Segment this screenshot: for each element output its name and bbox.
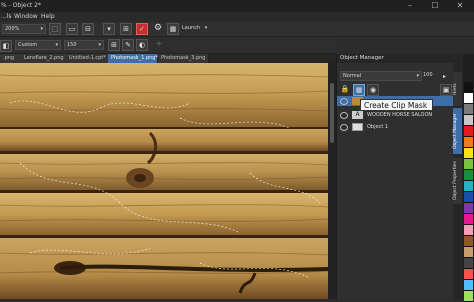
- color-swatch[interactable]: [464, 192, 473, 203]
- snap-icon[interactable]: ⊞: [120, 23, 132, 35]
- color-swatch[interactable]: [464, 104, 473, 115]
- color-swatch[interactable]: [464, 203, 473, 214]
- clip-mask-icon: ▦: [355, 86, 363, 94]
- lock-ratio-icon[interactable]: ⊞: [108, 39, 120, 51]
- blend-mode-select[interactable]: Normal ▾: [340, 71, 422, 81]
- eye-icon[interactable]: [340, 98, 348, 105]
- property-bar: ◧ Custom ▾ 150 ▾ ⊞ ✎ ◐ ＋: [0, 37, 336, 54]
- maximize-button[interactable]: ☐: [426, 0, 444, 12]
- alert-icon[interactable]: ✓: [136, 23, 148, 35]
- color-swatch[interactable]: [464, 137, 473, 148]
- add-icon[interactable]: ＋: [154, 39, 164, 49]
- panel-title: Object Manager: [337, 54, 457, 63]
- text-object-icon: A: [352, 111, 363, 119]
- tab-lensflare[interactable]: Lensflare_2.png: [21, 54, 68, 63]
- menu-tools[interactable]: ...ls: [1, 13, 12, 20]
- zoom-out-icon[interactable]: ⊟: [82, 23, 94, 35]
- color-swatch[interactable]: [464, 93, 473, 104]
- document-canvas[interactable]: [0, 63, 328, 299]
- object-thumbnail: [352, 123, 363, 131]
- vertical-scrollbar[interactable]: [328, 63, 336, 299]
- page-icon[interactable]: ▭: [66, 23, 78, 35]
- opacity-field[interactable]: 100: [421, 71, 441, 79]
- color-swatch[interactable]: [464, 159, 473, 170]
- brush-icon[interactable]: ✎: [122, 39, 134, 51]
- tab-photomask-3[interactable]: Photomask_3.png: [158, 54, 209, 63]
- chevron-down-icon: ▾: [204, 25, 208, 31]
- object-label: Object 1: [367, 124, 389, 130]
- color-swatch[interactable]: [464, 115, 473, 126]
- color-swatch[interactable]: [464, 181, 473, 192]
- zoom-select[interactable]: 200% ▾: [2, 24, 46, 34]
- color-swatch[interactable]: [464, 269, 473, 280]
- close-button[interactable]: ✕: [451, 0, 469, 12]
- new-object-icon[interactable]: ▣: [440, 84, 452, 96]
- chevron-right-icon[interactable]: ▸: [443, 73, 446, 80]
- menu-help[interactable]: Help: [41, 13, 55, 20]
- color-swatch[interactable]: [464, 170, 473, 181]
- launch-button[interactable]: Launch ▾: [180, 24, 208, 32]
- eye-icon[interactable]: [340, 112, 348, 119]
- size-value: 150: [67, 42, 77, 48]
- zoom-value: 200%: [5, 26, 20, 32]
- color-swatch[interactable]: [464, 82, 473, 93]
- tab-photomask-1[interactable]: Photomask_1.png*: [108, 54, 158, 63]
- chevron-down-icon: ▾: [55, 42, 58, 48]
- standard-toolbar: 200% ▾ ⬚ ▭ ⊟ ▾ ⊞ ✓ ⚙ ▦ Launch ▾: [0, 22, 474, 37]
- color-swatch[interactable]: [464, 291, 473, 302]
- lock-icon[interactable]: 🔒: [340, 84, 350, 94]
- tab-hints[interactable]: Hints: [453, 72, 462, 106]
- color-swatch[interactable]: [464, 247, 473, 258]
- chevron-down-icon: ▾: [40, 26, 43, 32]
- menu-window[interactable]: Window: [14, 13, 38, 20]
- opacity-value: 100: [423, 72, 433, 78]
- minimize-button[interactable]: –: [401, 0, 419, 12]
- title-bar: % - Object 2* – ☐ ✕: [0, 0, 474, 12]
- gear-icon[interactable]: ⚙: [153, 23, 163, 33]
- object-manager-panel: Object Manager Normal ▾ 100 ▸ 🔒 ▦ ◉ ▣ A …: [336, 54, 457, 299]
- object-row-object1[interactable]: Object 1: [337, 122, 454, 132]
- color-palette: [463, 54, 474, 302]
- object-label: WOODEN HORSE SALOON: [367, 112, 433, 118]
- fit-icon[interactable]: ⬚: [49, 23, 61, 35]
- preset-value: Custom: [18, 42, 38, 48]
- launch-label: Launch: [182, 25, 201, 31]
- window-title: % - Object 2*: [1, 2, 41, 9]
- color-swatch[interactable]: [464, 258, 473, 269]
- color-swatch[interactable]: [464, 214, 473, 225]
- dropdown-icon[interactable]: ▾: [103, 23, 115, 35]
- docker-tabs: Hints Object Manager Object Properties: [453, 54, 463, 299]
- invert-icon[interactable]: ◐: [136, 39, 148, 51]
- tab-object-properties[interactable]: Object Properties: [453, 158, 462, 204]
- size-field[interactable]: 150 ▾: [64, 40, 104, 50]
- launch-icon[interactable]: ▦: [167, 23, 179, 35]
- mask-toggle-icon[interactable]: ◉: [367, 84, 379, 96]
- blend-mode-value: Normal: [343, 73, 362, 79]
- color-swatch[interactable]: [464, 225, 473, 236]
- chevron-down-icon: ▾: [98, 42, 101, 48]
- color-swatch[interactable]: [464, 126, 473, 137]
- document-tabs: .png Lensflare_2.png Untitled-1.cpt* Pho…: [0, 54, 336, 63]
- tab-object-manager[interactable]: Object Manager: [453, 108, 462, 154]
- color-swatch[interactable]: [464, 236, 473, 247]
- clip-mask-button[interactable]: ▦: [353, 84, 365, 96]
- color-swatch[interactable]: [464, 148, 473, 159]
- preset-select[interactable]: Custom ▾: [15, 40, 61, 50]
- tooltip: Create Clip Mask: [360, 99, 433, 111]
- wood-photo: [0, 63, 328, 299]
- menu-bar: ...ls Window Help: [0, 12, 474, 22]
- mask-icon[interactable]: ◧: [0, 40, 12, 52]
- color-swatch[interactable]: [464, 280, 473, 291]
- scroll-thumb[interactable]: [330, 83, 334, 143]
- eye-icon[interactable]: [340, 124, 348, 131]
- tab-untitled[interactable]: Untitled-1.cpt*: [66, 54, 111, 63]
